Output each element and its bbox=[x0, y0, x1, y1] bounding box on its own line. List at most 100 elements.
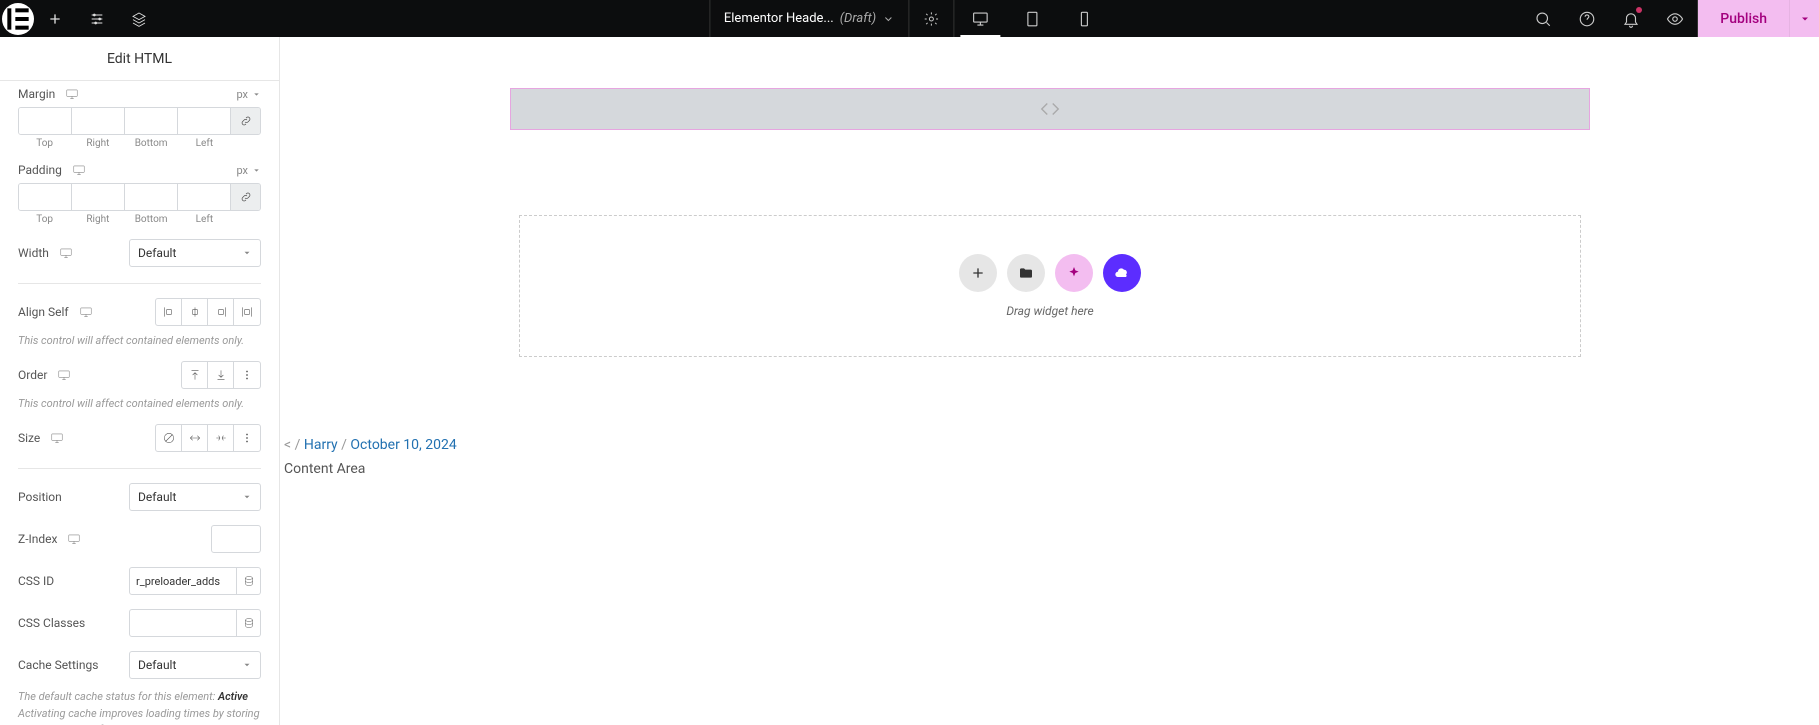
topbar-left bbox=[0, 0, 160, 37]
cssclasses-label: CSS Classes bbox=[18, 616, 85, 630]
ai-button[interactable] bbox=[1055, 254, 1093, 292]
align-center-button[interactable] bbox=[182, 299, 208, 325]
desktop-icon[interactable] bbox=[65, 87, 79, 101]
align-self-label: Align Self bbox=[18, 305, 93, 319]
size-label: Size bbox=[18, 431, 64, 445]
more-vertical-icon bbox=[240, 431, 254, 445]
byline-date-link[interactable]: October 10, 2024 bbox=[350, 437, 456, 453]
margin-top-input[interactable] bbox=[19, 108, 72, 134]
add-template-button[interactable] bbox=[1007, 254, 1045, 292]
order-first-button[interactable] bbox=[182, 362, 208, 388]
html-widget-placeholder[interactable] bbox=[510, 88, 1590, 130]
desktop-icon[interactable] bbox=[57, 368, 71, 382]
help-button[interactable] bbox=[1565, 0, 1609, 37]
code-icon bbox=[1039, 98, 1061, 120]
padding-dim-labels: Top Right Bottom Left bbox=[18, 214, 261, 225]
padding-row: Padding px bbox=[18, 149, 261, 177]
cache-description: The default cache status for this elemen… bbox=[18, 689, 261, 725]
device-desktop[interactable] bbox=[954, 0, 1006, 37]
size-none-button[interactable] bbox=[156, 425, 182, 451]
cssid-input[interactable] bbox=[129, 567, 237, 595]
page-settings-button[interactable] bbox=[909, 0, 954, 37]
site-settings-button[interactable] bbox=[76, 0, 118, 37]
byline-author-link[interactable]: Harry bbox=[304, 437, 338, 453]
top-bar: Elementor Heade... (Draft) bbox=[0, 0, 1819, 37]
search-button[interactable] bbox=[1521, 0, 1565, 37]
order-more-button[interactable] bbox=[234, 362, 260, 388]
chevron-down-icon bbox=[242, 660, 252, 670]
document-title-group[interactable]: Elementor Heade... (Draft) bbox=[709, 0, 909, 37]
device-tablet[interactable] bbox=[1006, 0, 1058, 37]
position-select[interactable]: Default bbox=[129, 483, 261, 511]
topbar-center: Elementor Heade... (Draft) bbox=[709, 0, 1110, 37]
order-hint: This control will affect contained eleme… bbox=[18, 397, 261, 410]
chevron-down-icon bbox=[242, 248, 252, 258]
margin-bottom-input[interactable] bbox=[125, 108, 178, 134]
padding-right-input[interactable] bbox=[72, 184, 125, 210]
align-stretch-button[interactable] bbox=[234, 299, 260, 325]
plus-icon bbox=[47, 11, 63, 27]
order-last-button[interactable] bbox=[208, 362, 234, 388]
margin-unit-select[interactable]: px bbox=[236, 88, 261, 101]
publish-options-button[interactable] bbox=[1789, 0, 1819, 37]
padding-unit-select[interactable]: px bbox=[236, 164, 261, 177]
align-self-row: Align Self bbox=[18, 284, 261, 326]
size-shrink-button[interactable] bbox=[208, 425, 234, 451]
margin-dim-labels: Top Right Bottom Left bbox=[18, 138, 261, 149]
help-icon bbox=[1578, 10, 1596, 28]
gear-icon bbox=[923, 11, 939, 27]
zindex-input[interactable] bbox=[211, 525, 261, 553]
drop-zone-text: Drag widget here bbox=[1006, 304, 1093, 318]
align-start-button[interactable] bbox=[156, 299, 182, 325]
margin-left-input[interactable] bbox=[178, 108, 230, 134]
order-first-icon bbox=[188, 368, 202, 382]
byline: < / Harry / October 10, 2024 bbox=[284, 437, 457, 453]
desktop-icon[interactable] bbox=[67, 532, 81, 546]
desktop-icon[interactable] bbox=[59, 246, 73, 260]
padding-left-input[interactable] bbox=[178, 184, 230, 210]
add-element-button[interactable] bbox=[34, 0, 76, 37]
width-select[interactable]: Default bbox=[129, 239, 261, 267]
cssid-dynamic-button[interactable] bbox=[237, 567, 261, 595]
cssclasses-input[interactable] bbox=[129, 609, 237, 637]
size-segmented bbox=[155, 424, 261, 452]
order-segmented bbox=[181, 361, 261, 389]
elementor-icon bbox=[2, 3, 34, 35]
cloud-button[interactable] bbox=[1103, 254, 1141, 292]
publish-button[interactable]: Publish bbox=[1698, 0, 1789, 37]
padding-bottom-input[interactable] bbox=[125, 184, 178, 210]
margin-label: Margin bbox=[18, 87, 79, 101]
plus-icon bbox=[970, 265, 986, 281]
align-end-button[interactable] bbox=[208, 299, 234, 325]
notifications-button[interactable] bbox=[1609, 0, 1653, 37]
size-more-button[interactable] bbox=[234, 425, 260, 451]
size-grow-button[interactable] bbox=[182, 425, 208, 451]
desktop-icon[interactable] bbox=[79, 305, 93, 319]
preview-canvas[interactable]: Drag widget here < / Harry / October 10,… bbox=[280, 37, 1819, 725]
panel-body: Margin px Top Right Bottom Left bbox=[0, 81, 279, 725]
desktop-icon[interactable] bbox=[50, 431, 64, 445]
shrink-icon bbox=[214, 431, 228, 445]
cache-label: Cache Settings bbox=[18, 658, 98, 672]
padding-top-input[interactable] bbox=[19, 184, 72, 210]
align-stretch-icon bbox=[240, 305, 254, 319]
margin-right-input[interactable] bbox=[72, 108, 125, 134]
margin-link-button[interactable] bbox=[230, 108, 260, 134]
chevron-down-icon bbox=[242, 492, 252, 502]
elementor-logo[interactable] bbox=[2, 3, 34, 35]
zindex-row: Z-Index bbox=[18, 511, 261, 553]
cssclasses-dynamic-button[interactable] bbox=[237, 609, 261, 637]
add-widget-button[interactable] bbox=[959, 254, 997, 292]
structure-button[interactable] bbox=[118, 0, 160, 37]
margin-inputs bbox=[18, 107, 261, 135]
padding-link-button[interactable] bbox=[230, 184, 260, 210]
preview-button[interactable] bbox=[1653, 0, 1697, 37]
cache-select[interactable]: Default bbox=[129, 651, 261, 679]
editor-panel: Edit HTML Margin px Top Right Botto bbox=[0, 37, 280, 725]
device-mobile[interactable] bbox=[1058, 0, 1110, 37]
drop-zone[interactable]: Drag widget here bbox=[519, 215, 1581, 357]
topbar-right: Publish bbox=[1521, 0, 1819, 37]
cache-row: Cache Settings Default bbox=[18, 637, 261, 679]
order-last-icon bbox=[214, 368, 228, 382]
desktop-icon[interactable] bbox=[72, 163, 86, 177]
